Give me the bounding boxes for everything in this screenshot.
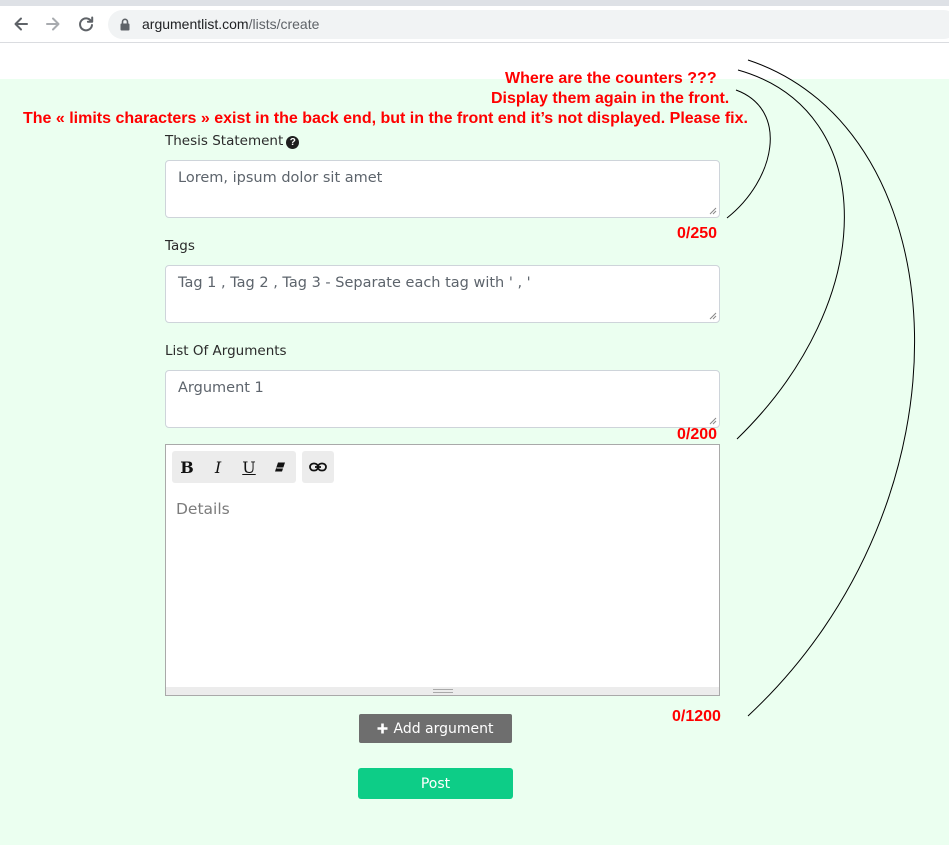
resize-handle-icon[interactable] xyxy=(709,312,717,320)
eraser-button[interactable] xyxy=(265,451,295,483)
tags-label: Tags xyxy=(165,238,195,254)
format-button-group: B I U xyxy=(172,451,296,483)
back-button[interactable] xyxy=(9,13,33,35)
arguments-label: List Of Arguments xyxy=(165,343,287,359)
url-path: /lists/create xyxy=(248,16,320,32)
argument-input[interactable]: Argument 1 xyxy=(165,370,720,428)
post-button[interactable]: Post xyxy=(358,768,513,799)
arrow-right-icon xyxy=(46,17,60,31)
address-bar[interactable]: argumentlist.com/lists/create xyxy=(108,10,949,39)
browser-toolbar: argumentlist.com/lists/create xyxy=(0,6,949,43)
url-domain: argumentlist.com xyxy=(142,16,249,32)
resize-grip-icon[interactable] xyxy=(433,688,453,694)
reload-icon xyxy=(79,16,94,32)
editor-statusbar xyxy=(166,687,719,695)
tags-input[interactable]: Tag 1 , Tag 2 , Tag 3 - Separate each ta… xyxy=(165,265,720,323)
question-circle-icon[interactable]: ? xyxy=(286,136,300,149)
thesis-label-text: Thesis Statement xyxy=(165,133,284,149)
forward-button[interactable] xyxy=(41,13,65,35)
lock-icon xyxy=(120,18,130,31)
resize-handle-icon[interactable] xyxy=(709,417,717,425)
argument-counter: 0/200 xyxy=(677,426,718,443)
details-editor[interactable]: B I U Details xyxy=(165,444,720,696)
annotation-explanation: The « limits characters » exist in the b… xyxy=(23,110,748,127)
add-argument-button[interactable]: Add argument xyxy=(359,714,512,743)
argument-placeholder: Argument 1 xyxy=(178,380,264,396)
resize-handle-icon[interactable] xyxy=(709,207,717,215)
annotation-question: Where are the counters ??? xyxy=(505,70,717,87)
link-icon xyxy=(309,462,327,472)
plus-icon xyxy=(377,723,388,734)
details-counter: 0/1200 xyxy=(672,708,721,725)
url-text: argumentlist.com/lists/create xyxy=(142,16,319,32)
link-button[interactable] xyxy=(303,451,333,483)
thesis-counter: 0/250 xyxy=(677,225,718,242)
link-button-group xyxy=(302,451,334,483)
thesis-placeholder: Lorem, ipsum dolor sit amet xyxy=(178,170,383,186)
eraser-icon xyxy=(275,462,285,472)
annotation-instruction: Display them again in the front. xyxy=(491,90,730,107)
thesis-label: Thesis Statement? xyxy=(165,133,300,149)
reload-button[interactable] xyxy=(74,13,98,35)
thesis-input[interactable]: Lorem, ipsum dolor sit amet xyxy=(165,160,720,218)
add-argument-label: Add argument xyxy=(393,720,494,737)
italic-button[interactable]: I xyxy=(203,451,233,483)
tags-placeholder: Tag 1 , Tag 2 , Tag 3 - Separate each ta… xyxy=(178,275,531,291)
details-placeholder: Details xyxy=(176,500,230,518)
bold-button[interactable]: B xyxy=(172,451,202,483)
underline-button[interactable]: U xyxy=(234,451,264,483)
arrow-left-icon xyxy=(14,17,28,31)
